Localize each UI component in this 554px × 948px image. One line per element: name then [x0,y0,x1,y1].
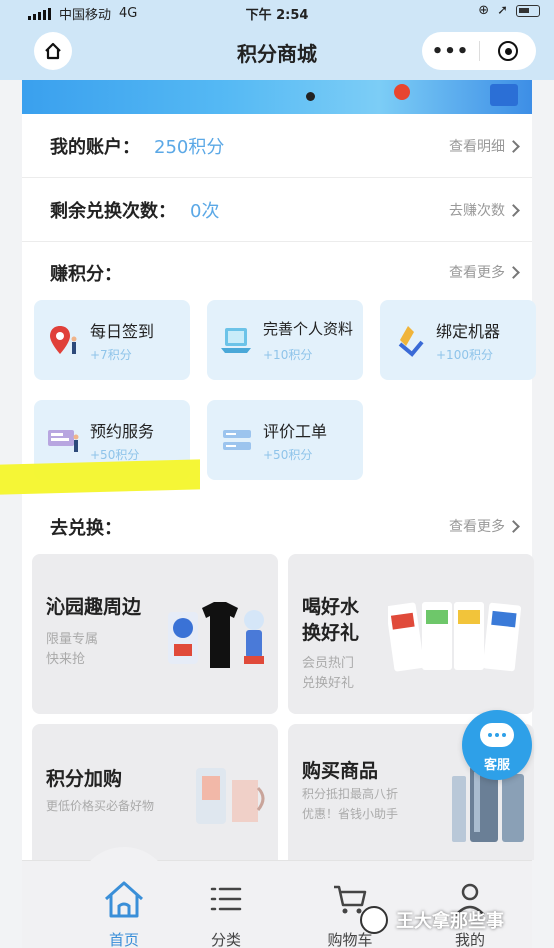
earn-points-section: 赚积分： 查看更多 每日签到 +7积分 完善个人资料 +10积分 绑定机器 +1… [22,242,536,494]
task-bind-device[interactable]: 绑定机器 +100积分 [380,300,536,380]
customer-service-button[interactable]: 客服 [462,710,532,780]
card-title: 积分加购 [46,768,123,790]
task-points: +10积分 [263,348,313,362]
highlighter-mark [0,459,200,495]
card-title-line2: 换好礼 [302,622,360,644]
chat-bubble-icon [480,723,514,747]
card-title: 沁园趣周边 [46,596,142,618]
wechat-logo-icon [360,906,388,934]
home-icon [105,881,143,918]
view-details-label: 查看明细 [449,139,505,155]
redeem-view-more-link[interactable]: 查看更多 [449,516,520,536]
tab-label: 分类 [210,931,241,948]
exchange-count-label: 剩余兑换次数： [50,200,176,222]
bind-device-icon [398,326,424,357]
card-subtitle: 快来抢 [46,652,86,667]
banner-decoration [490,84,518,106]
card-title: 购买商品 [302,760,379,782]
task-review-order[interactable]: 评价工单 +50积分 [207,400,363,480]
target-icon [498,41,518,61]
customer-service-label: 客服 [483,758,510,773]
card-subtitle: 更低价格买必备好物 [46,799,155,813]
task-daily-checkin[interactable]: 每日签到 +7积分 [34,300,190,380]
card-drink-water[interactable]: 喝好水 换好礼 会员热门 兑换好礼 [288,554,534,714]
battery-icon [516,4,540,17]
earn-count-link[interactable]: 去赚次数 [449,200,520,220]
earn-view-more-link[interactable]: 查看更多 [449,262,520,282]
banner-decoration [394,84,410,100]
location-icon: ⊕ [478,3,490,18]
task-points: +7积分 [90,348,132,362]
status-time: 下午 2:54 [245,8,309,23]
nav-bar: 积分商城 ••• [0,24,554,80]
card-subtitle: 会员热门 [302,656,355,671]
service-booking-icon [48,430,79,452]
redeem-section: 去兑换： 查看更多 沁园趣周边 限量专属 快来抢 喝好水 换好礼 会员热门 兑换… [22,494,534,860]
map-pin-icon [50,326,77,354]
kitchen-appliances-image [196,768,265,824]
view-details-link[interactable]: 查看明细 [449,136,520,156]
chevron-right-icon [507,265,520,279]
task-name: 评价工单 [263,422,328,441]
earn-count-label: 去赚次数 [449,203,505,219]
account-row: 我的账户： 250积分 查看明细 [22,114,532,178]
chevron-right-icon [507,519,520,533]
card-subtitle: 限量专属 [46,632,99,647]
merch-products-image [168,602,264,668]
tab-category[interactable]: 分类 [186,879,266,948]
review-order-icon [223,430,251,450]
account-points: 250积分 [154,136,225,158]
chevron-right-icon [507,139,520,153]
card-title: 喝好水 [302,596,360,618]
task-name: 每日签到 [90,322,155,341]
chevron-right-icon [507,203,520,217]
card-merch[interactable]: 沁园趣周边 限量专属 快来抢 [32,554,278,714]
redeem-section-title: 去兑换： [50,518,122,539]
task-points: +100积分 [436,348,493,362]
banner[interactable] [22,80,532,114]
task-complete-profile[interactable]: 完善个人资料 +10积分 [207,300,363,380]
redeem-view-more-label: 查看更多 [449,519,505,535]
account-label: 我的账户： [50,136,140,158]
watermark: 王大拿那些事 [360,906,504,934]
tab-bar: 首页 分类 购物车 我的 [22,847,532,948]
category-icon [210,887,242,911]
watermark-text: 王大拿那些事 [396,911,504,932]
arrow-icon: ➚ [497,3,508,18]
tab-home[interactable]: 首页 [84,879,164,948]
close-button[interactable] [480,41,536,61]
card-subtitle: 积分抵扣最高八折 [302,787,399,801]
carousel-indicator [306,92,315,101]
more-button[interactable]: ••• [422,41,479,62]
status-bar: 中国移动 4G 下午 2:54 ⊕ ➚ [0,0,554,24]
membership-cards-image [388,602,522,672]
mini-program-capsule: ••• [422,32,536,70]
task-name: 完善个人资料 [263,320,354,338]
earn-view-more-label: 查看更多 [449,265,505,281]
task-points: +50积分 [263,448,313,462]
task-name: 预约服务 [90,422,155,441]
earn-section-title: 赚积分： [50,264,122,285]
exchange-count-value: 0次 [190,200,220,222]
profile-laptop-icon [221,328,251,353]
card-subtitle: 优惠！省钱小助手 [302,807,399,821]
card-points-addon[interactable]: 积分加购 更低价格买必备好物 [32,724,278,860]
card-subtitle: 兑换好礼 [302,676,355,691]
exchange-count-row: 剩余兑换次数： 0次 去赚次数 [22,178,532,242]
task-name: 绑定机器 [436,322,501,341]
tab-label: 首页 [108,931,139,948]
